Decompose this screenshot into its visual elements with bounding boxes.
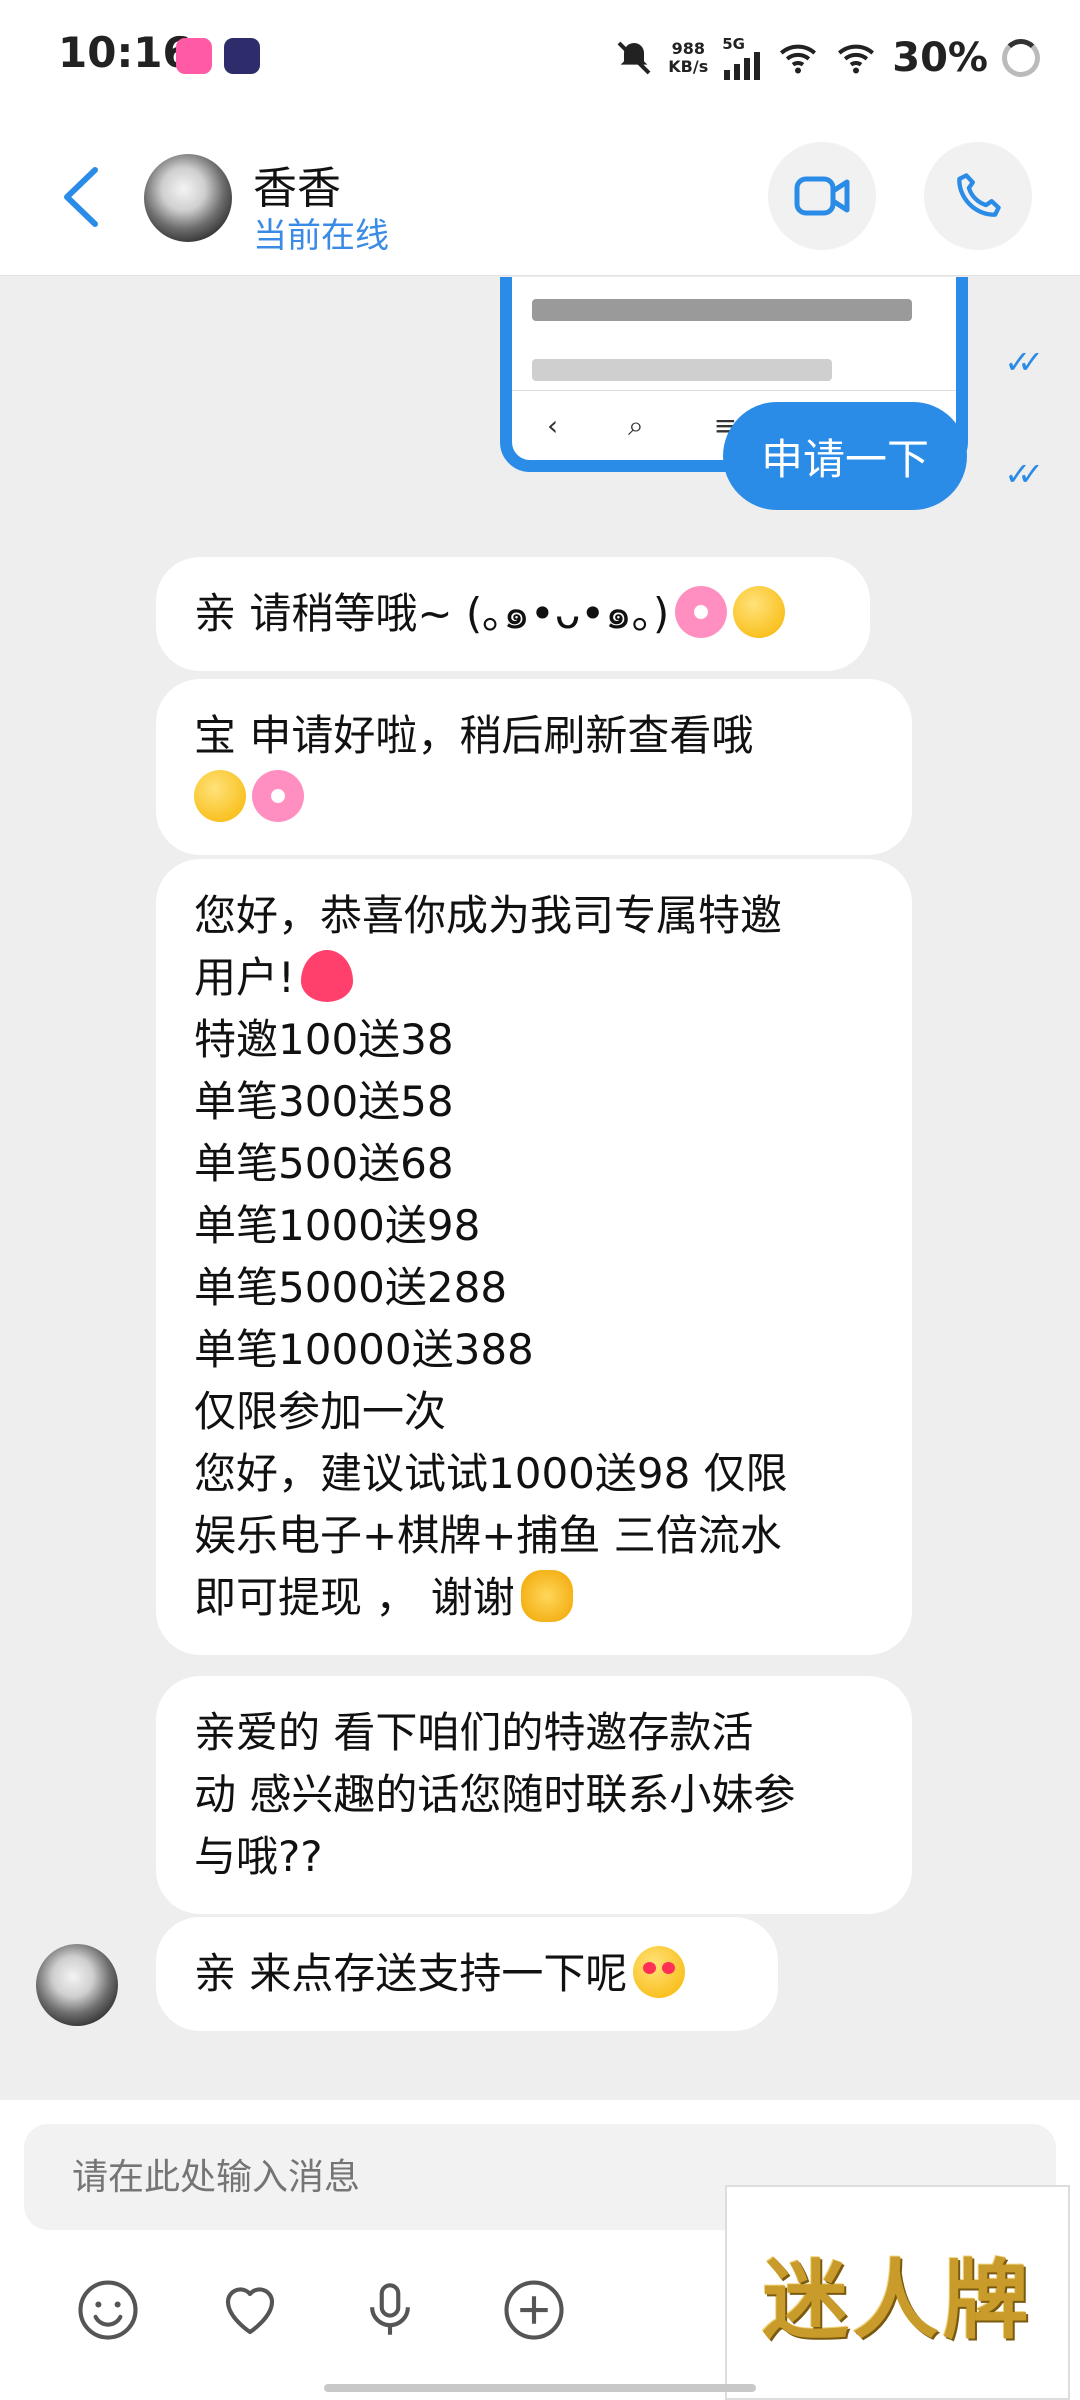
battery-ring-icon [1002, 39, 1040, 77]
app-notification-icon [176, 38, 212, 74]
message-line: 特邀100送38 [194, 1015, 454, 1064]
message-line: 与哦?? [194, 1832, 323, 1881]
message-line: 仅限参加一次 [194, 1387, 447, 1436]
heart-icon [225, 2287, 275, 2335]
wifi-icon [838, 44, 875, 74]
contact-name: 香香 [253, 163, 341, 214]
mute-bell-icon [617, 41, 651, 75]
outgoing-message[interactable]: 申请一下 [722, 402, 967, 510]
read-receipt-icon: ✓✓ [1004, 455, 1043, 493]
voice-button[interactable] [350, 2270, 430, 2350]
emoji-button[interactable] [68, 2270, 148, 2350]
chat-header: 香香 当前在线 [0, 120, 1080, 276]
app-notification-icon [224, 38, 260, 74]
cherry-blossom-icon [675, 586, 728, 638]
signal-icon [724, 51, 761, 80]
incoming-message[interactable]: 亲 来点存送支持一下呢 [156, 1917, 778, 2031]
chevron-left-icon [64, 167, 98, 227]
message-line: 亲爱的 看下咱们的特邀存款活 [194, 1708, 754, 1757]
search-icon: ⌕ [628, 408, 644, 442]
image-content [532, 359, 832, 381]
message-line: 您好，建议试试1000送98 仅限 [194, 1449, 788, 1498]
presence-status: 当前在线 [253, 216, 389, 256]
cherry-blossom-icon [252, 770, 304, 822]
sender-avatar[interactable] [36, 1944, 118, 2026]
home-indicator[interactable] [324, 2384, 756, 2392]
wifi-data-icon [780, 44, 817, 74]
read-receipt-icon: ✓✓ [1004, 343, 1043, 381]
signal-group: 5G [722, 34, 762, 80]
phone-icon [957, 173, 1001, 217]
message-line: 动 感兴趣的话您随时联系小妹参 [194, 1770, 796, 1819]
contact-avatar[interactable] [144, 154, 232, 242]
back-button[interactable] [55, 162, 111, 232]
watermark-logo: 迷人牌 [725, 2185, 1070, 2400]
message-line: 单笔300送58 [194, 1077, 454, 1126]
plus-circle-icon [504, 2280, 564, 2340]
network-type: 5G [722, 34, 745, 53]
message-line: 娱乐电子+棋牌+捕鱼 三倍流水 [194, 1511, 782, 1560]
more-options-button[interactable] [494, 2270, 574, 2350]
message-line: 您好，恭喜你成为我司专属特邀 [194, 891, 783, 940]
video-call-button[interactable] [768, 142, 876, 250]
incoming-message[interactable]: 亲 请稍等哦~ (｡๑•ᴗ•๑｡) [156, 557, 870, 671]
network-speed: 988 KB/s [668, 40, 708, 76]
message-line: 单笔5000送288 [194, 1263, 508, 1312]
kiss-face-icon [733, 586, 786, 638]
heart-emoji-icon [300, 950, 353, 1002]
message-line: 用户! [194, 953, 295, 1002]
incoming-message[interactable]: 宝 申请好啦，稍后刷新查看哦 [156, 679, 912, 855]
voice-call-button[interactable] [924, 142, 1032, 250]
message-line: 单笔1000送98 [194, 1201, 481, 1250]
battery-percent: 30% [892, 35, 988, 81]
video-camera-icon [794, 176, 850, 216]
message-line: 单笔10000送388 [194, 1325, 534, 1374]
smiley-icon [78, 2280, 138, 2340]
network-speed-unit: KB/s [668, 57, 709, 76]
message-text: 宝 申请好啦，稍后刷新查看哦 [194, 711, 754, 760]
network-speed-value: 988 [671, 39, 705, 58]
status-indicators: 988 KB/s 5G 30% [614, 28, 1040, 88]
incoming-message[interactable]: 您好，恭喜你成为我司专属特邀 用户! 特邀100送38 单笔300送58 单笔5… [156, 859, 912, 1655]
message-line: 即可提现 ， 谢谢 [194, 1573, 515, 1622]
message-list[interactable]: ‹ ⌕ ≡ ▣ ⌂ ✓✓ 申请一下 ✓✓ 亲 请稍等哦~ (｡๑•ᴗ•๑｡) 宝… [0, 277, 1080, 2100]
handshake-icon [520, 1570, 573, 1622]
back-nav-icon: ‹ [546, 409, 559, 442]
heart-eyes-icon [633, 1946, 686, 1998]
like-button[interactable] [210, 2270, 290, 2350]
image-content [532, 299, 912, 321]
message-line: 单笔500送68 [194, 1139, 454, 1188]
status-bar: 10:16 988 KB/s 5G 30% [0, 0, 1080, 120]
incoming-message[interactable]: 亲爱的 看下咱们的特邀存款活 动 感兴趣的话您随时联系小妹参 与哦?? [156, 1676, 912, 1914]
message-text: 亲 请稍等哦~ (｡๑•ᴗ•๑｡) [194, 589, 670, 638]
kiss-face-icon [194, 770, 246, 822]
message-text: 亲 来点存送支持一下呢 [194, 1949, 628, 1998]
status-time: 10:16 [58, 28, 192, 77]
microphone-icon [370, 2283, 410, 2335]
